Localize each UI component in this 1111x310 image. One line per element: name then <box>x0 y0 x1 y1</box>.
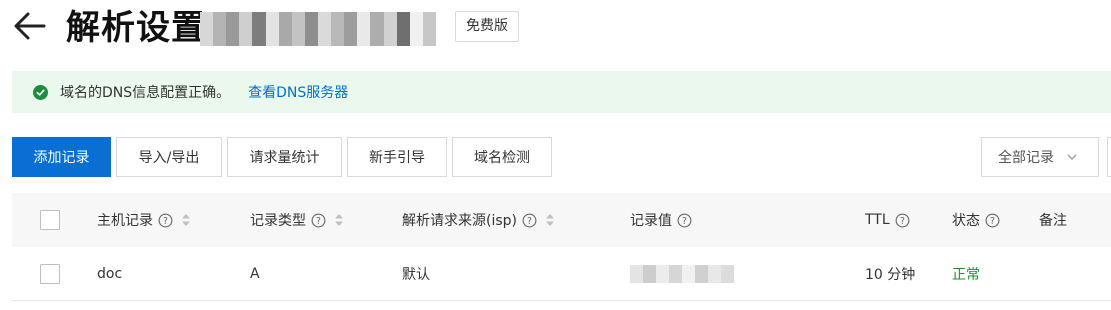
column-remark-label: 备注 <box>1039 213 1067 229</box>
column-status: 状态 ? <box>952 193 1000 247</box>
record-filter-select[interactable]: 全部记录 <box>981 137 1099 177</box>
column-host: 主机记录 ? <box>97 193 191 247</box>
sort-icon[interactable] <box>334 212 344 228</box>
svg-text:?: ? <box>316 215 321 226</box>
column-remark: 备注 <box>1039 193 1067 247</box>
svg-text:?: ? <box>990 215 995 226</box>
record-value-redacted <box>630 265 734 283</box>
add-record-button[interactable]: 添加记录 <box>12 137 111 177</box>
help-icon[interactable]: ? <box>985 213 1000 228</box>
select-all-checkbox[interactable] <box>40 210 60 230</box>
help-icon[interactable]: ? <box>677 213 692 228</box>
request-stats-button[interactable]: 请求量统计 <box>227 137 342 177</box>
column-type-label: 记录类型 <box>250 213 306 229</box>
column-value: 记录值 ? <box>630 193 692 247</box>
domain-check-button[interactable]: 域名检测 <box>452 137 552 177</box>
value-cell <box>630 247 734 301</box>
column-source-label: 解析请求来源(isp) <box>402 213 517 229</box>
check-circle-icon <box>33 84 48 100</box>
column-host-label: 主机记录 <box>97 213 153 229</box>
notice-message: 域名的DNS信息配置正确。 <box>60 85 231 101</box>
host-cell: doc <box>97 266 123 282</box>
page-title: 解析设置 <box>66 8 206 48</box>
svg-text:?: ? <box>163 215 168 226</box>
status-cell: 正常 <box>952 267 980 283</box>
column-type: 记录类型 ? <box>250 193 344 247</box>
sort-icon[interactable] <box>181 212 191 228</box>
column-status-label: 状态 <box>952 213 980 229</box>
edition-badge: 免费版 <box>455 11 519 42</box>
toolbar: 添加记录 导入/导出 请求量统计 新手引导 域名检测 <box>12 137 552 177</box>
view-dns-servers-link[interactable]: 查看DNS服务器 <box>248 82 348 102</box>
row-checkbox[interactable] <box>40 264 60 284</box>
source-cell: 默认 <box>402 267 430 283</box>
svg-text:?: ? <box>682 215 687 226</box>
dns-status-notice: 域名的DNS信息配置正确。 查看DNS服务器 <box>12 71 1111 113</box>
table-row: doc A 默认 10 分钟 正常 <box>12 247 1111 301</box>
help-icon[interactable]: ? <box>522 213 537 228</box>
help-icon[interactable]: ? <box>311 213 326 228</box>
svg-text:?: ? <box>900 215 905 226</box>
column-value-label: 记录值 <box>630 213 672 229</box>
sort-icon[interactable] <box>545 212 555 228</box>
type-cell: A <box>250 266 260 282</box>
record-filter-value: 全部记录 <box>998 150 1054 166</box>
column-source: 解析请求来源(isp) ? <box>402 193 555 247</box>
back-arrow-icon[interactable] <box>12 8 48 44</box>
beginner-guide-button[interactable]: 新手引导 <box>347 137 447 177</box>
ttl-cell: 10 分钟 <box>865 267 916 283</box>
records-table-header: 主机记录 ? 记录类型 ? 解析请求来源(isp) ? 记录值 ? TTL ? … <box>12 193 1111 247</box>
toolbar-edge-control[interactable] <box>1107 137 1111 177</box>
svg-text:?: ? <box>527 215 532 226</box>
import-export-button[interactable]: 导入/导出 <box>116 137 222 177</box>
help-icon[interactable]: ? <box>158 213 173 228</box>
chevron-down-icon <box>1067 154 1077 160</box>
column-ttl: TTL ? <box>865 193 910 247</box>
domain-name-redacted <box>200 12 436 46</box>
help-icon[interactable]: ? <box>895 213 910 228</box>
column-ttl-label: TTL <box>865 212 890 228</box>
